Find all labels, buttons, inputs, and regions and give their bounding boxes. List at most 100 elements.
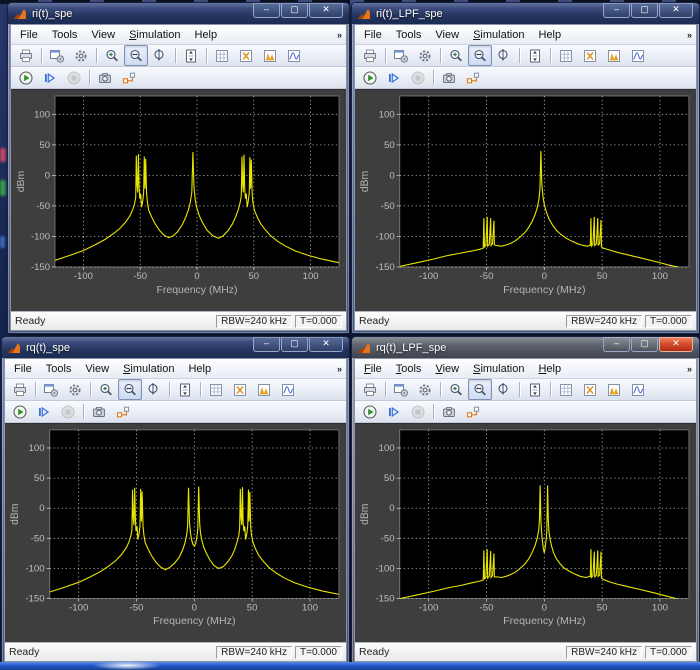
peaks-button[interactable] bbox=[602, 45, 626, 66]
menu-tools[interactable]: Tools bbox=[389, 362, 429, 376]
snapshot-button[interactable] bbox=[93, 67, 117, 88]
autoscale-button[interactable] bbox=[173, 379, 197, 400]
scope-window-ri-spe[interactable]: ri(t)_spe – ▢ ✕ FileToolsViewSimulationH… bbox=[7, 2, 350, 334]
window-titlebar[interactable]: rq(t)_LPF_spe – ▢ ✕ bbox=[352, 337, 699, 358]
minimize-button[interactable]: – bbox=[603, 3, 630, 18]
waveform-button[interactable] bbox=[626, 379, 650, 400]
scope-window-rq-lpf-spe[interactable]: rq(t)_LPF_spe – ▢ ✕ FileToolsViewSimulat… bbox=[351, 336, 700, 665]
menu-overflow-icon[interactable]: » bbox=[687, 364, 692, 374]
zoom-y-button[interactable] bbox=[492, 379, 516, 400]
step-forward-button[interactable] bbox=[382, 67, 406, 88]
gear-button[interactable] bbox=[413, 379, 437, 400]
grid-button[interactable] bbox=[554, 45, 578, 66]
minimize-button[interactable]: – bbox=[603, 337, 630, 352]
zoom-in-button[interactable] bbox=[444, 45, 468, 66]
window-titlebar[interactable]: ri(t)_spe – ▢ ✕ bbox=[8, 3, 349, 24]
menu-help[interactable]: Help bbox=[531, 28, 568, 42]
zoom-x-button[interactable] bbox=[468, 379, 492, 400]
menu-help[interactable]: Help bbox=[187, 28, 224, 42]
signal-highlight-button[interactable] bbox=[117, 67, 141, 88]
zoom-in-button[interactable] bbox=[444, 379, 468, 400]
window-titlebar[interactable]: rq(t)_spe – ▢ ✕ bbox=[2, 337, 349, 358]
menu-tools[interactable]: Tools bbox=[39, 362, 79, 376]
gear-button[interactable] bbox=[413, 45, 437, 66]
peaks-button[interactable] bbox=[258, 45, 282, 66]
menu-file[interactable]: File bbox=[13, 28, 45, 42]
menu-overflow-icon[interactable]: » bbox=[337, 30, 342, 40]
maximize-button[interactable]: ▢ bbox=[281, 337, 308, 352]
step-forward-button[interactable] bbox=[382, 401, 406, 422]
menu-file[interactable]: File bbox=[7, 362, 39, 376]
run-button[interactable] bbox=[358, 67, 382, 88]
step-forward-button[interactable] bbox=[38, 67, 62, 88]
signal-highlight-button[interactable] bbox=[461, 67, 485, 88]
peaks-button[interactable] bbox=[252, 379, 276, 400]
window-titlebar[interactable]: ri(t)_LPF_spe – ▢ ✕ bbox=[352, 3, 699, 24]
menu-simulation[interactable]: Simulation bbox=[116, 362, 181, 376]
print-button[interactable] bbox=[358, 379, 382, 400]
zoom-y-button[interactable] bbox=[492, 45, 516, 66]
zoom-y-button[interactable] bbox=[142, 379, 166, 400]
scope-window-rq-spe[interactable]: rq(t)_spe – ▢ ✕ FileToolsViewSimulationH… bbox=[1, 336, 350, 665]
histogram-x-button[interactable] bbox=[228, 379, 252, 400]
snapshot-button[interactable] bbox=[437, 401, 461, 422]
snapshot-button[interactable] bbox=[437, 67, 461, 88]
print-button[interactable] bbox=[8, 379, 32, 400]
grid-button[interactable] bbox=[204, 379, 228, 400]
spectrum-plot[interactable]: -100-50050100100500-50-100-150Frequency … bbox=[355, 89, 696, 311]
menu-overflow-icon[interactable]: » bbox=[337, 364, 342, 374]
close-button[interactable]: ✕ bbox=[309, 3, 343, 18]
autoscale-button[interactable] bbox=[523, 379, 547, 400]
maximize-button[interactable]: ▢ bbox=[631, 3, 658, 18]
signal-highlight-button[interactable] bbox=[111, 401, 135, 422]
menu-overflow-icon[interactable]: » bbox=[687, 30, 692, 40]
waveform-button[interactable] bbox=[276, 379, 300, 400]
waveform-button[interactable] bbox=[282, 45, 306, 66]
zoom-x-button[interactable] bbox=[118, 379, 142, 400]
menu-help[interactable]: Help bbox=[531, 362, 568, 376]
menu-view[interactable]: View bbox=[78, 362, 116, 376]
waveform-button[interactable] bbox=[626, 45, 650, 66]
menu-simulation[interactable]: Simulation bbox=[466, 362, 531, 376]
maximize-button[interactable]: ▢ bbox=[281, 3, 308, 18]
spectrum-plot[interactable]: -100-50050100100500-50-100-150Frequency … bbox=[5, 423, 346, 642]
autoscale-button[interactable] bbox=[179, 45, 203, 66]
zoom-x-button[interactable] bbox=[124, 45, 148, 66]
scope-parameters-button[interactable] bbox=[389, 379, 413, 400]
scope-parameters-button[interactable] bbox=[389, 45, 413, 66]
menu-tools[interactable]: Tools bbox=[45, 28, 85, 42]
print-button[interactable] bbox=[358, 45, 382, 66]
stop-button[interactable] bbox=[56, 401, 80, 422]
menu-simulation[interactable]: Simulation bbox=[122, 28, 187, 42]
menu-tools[interactable]: Tools bbox=[389, 28, 429, 42]
print-button[interactable] bbox=[14, 45, 38, 66]
menu-file[interactable]: File bbox=[357, 28, 389, 42]
minimize-button[interactable]: – bbox=[253, 3, 280, 18]
autoscale-button[interactable] bbox=[523, 45, 547, 66]
spectrum-plot[interactable]: -100-50050100100500-50-100-150Frequency … bbox=[355, 423, 696, 642]
run-button[interactable] bbox=[8, 401, 32, 422]
close-button[interactable]: ✕ bbox=[659, 3, 693, 18]
close-button[interactable]: ✕ bbox=[309, 337, 343, 352]
scope-parameters-button[interactable] bbox=[45, 45, 69, 66]
minimize-button[interactable]: – bbox=[253, 337, 280, 352]
gear-button[interactable] bbox=[63, 379, 87, 400]
zoom-in-button[interactable] bbox=[100, 45, 124, 66]
stop-button[interactable] bbox=[406, 67, 430, 88]
scope-window-ri-lpf-spe[interactable]: ri(t)_LPF_spe – ▢ ✕ FileToolsViewSimulat… bbox=[351, 2, 700, 334]
run-button[interactable] bbox=[14, 67, 38, 88]
run-button[interactable] bbox=[358, 401, 382, 422]
stop-button[interactable] bbox=[406, 401, 430, 422]
grid-button[interactable] bbox=[554, 379, 578, 400]
menu-view[interactable]: View bbox=[84, 28, 122, 42]
signal-highlight-button[interactable] bbox=[461, 401, 485, 422]
snapshot-button[interactable] bbox=[87, 401, 111, 422]
spectrum-plot[interactable]: -100-50050100100500-50-100-150Frequency … bbox=[11, 89, 346, 311]
zoom-in-button[interactable] bbox=[94, 379, 118, 400]
step-forward-button[interactable] bbox=[32, 401, 56, 422]
grid-button[interactable] bbox=[210, 45, 234, 66]
menu-help[interactable]: Help bbox=[181, 362, 218, 376]
menu-simulation[interactable]: Simulation bbox=[466, 28, 531, 42]
histogram-x-button[interactable] bbox=[578, 45, 602, 66]
menu-file[interactable]: File bbox=[357, 362, 389, 376]
